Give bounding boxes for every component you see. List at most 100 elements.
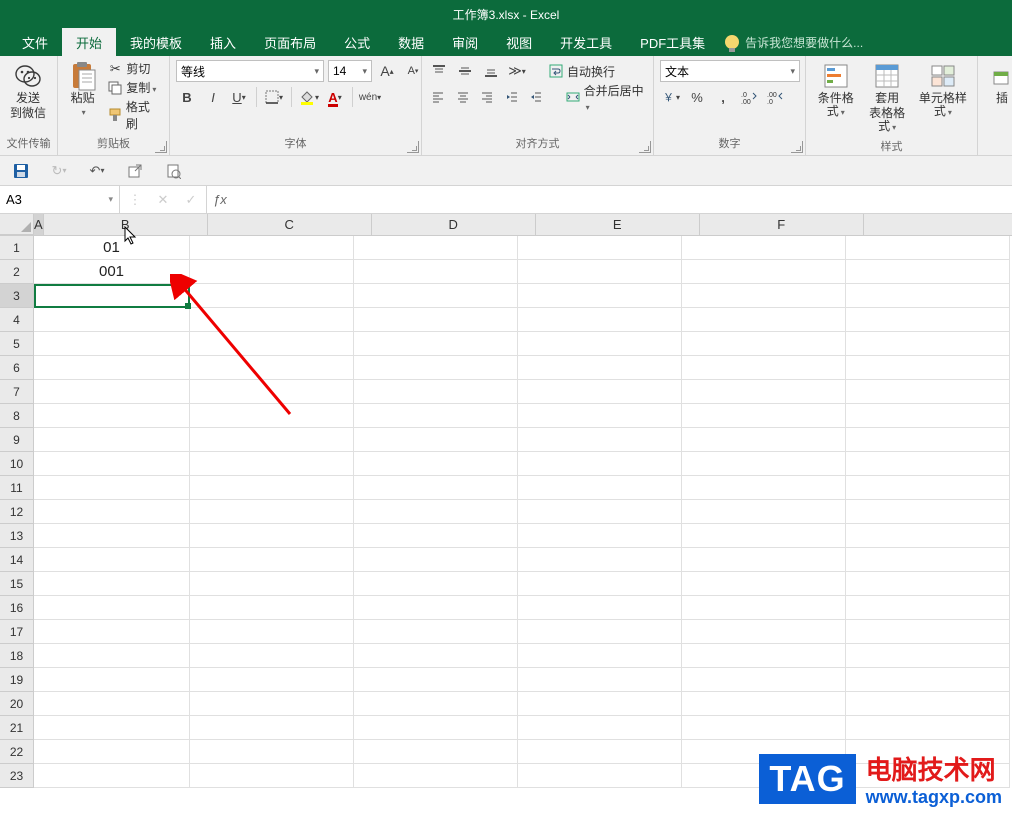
cell-E10[interactable] (682, 452, 846, 476)
cell-E12[interactable] (682, 500, 846, 524)
tab-审阅[interactable]: 审阅 (438, 28, 492, 56)
cell-E21[interactable] (682, 716, 846, 740)
copy-button[interactable]: 复制 (105, 79, 163, 96)
cell-C15[interactable] (354, 572, 518, 596)
cell-E13[interactable] (682, 524, 846, 548)
cell-F21[interactable] (846, 716, 1010, 740)
row-header-8[interactable]: 8 (0, 404, 34, 428)
cell-C17[interactable] (354, 620, 518, 644)
row-header-13[interactable]: 13 (0, 524, 34, 548)
cell-B1[interactable] (190, 236, 354, 260)
cell-F3[interactable] (846, 284, 1010, 308)
decrease-font-button[interactable]: A▾ (402, 60, 424, 82)
enter-icon[interactable]: ✓ (180, 189, 202, 211)
accounting-format-button[interactable]: ￥▾ (660, 86, 682, 108)
cell-A21[interactable] (34, 716, 190, 740)
cell-D14[interactable] (518, 548, 682, 572)
cell-E7[interactable] (682, 380, 846, 404)
font-color-button[interactable]: A▾ (324, 86, 346, 108)
cell-E14[interactable] (682, 548, 846, 572)
increase-font-button[interactable]: A▴ (376, 60, 398, 82)
cell-A9[interactable] (34, 428, 190, 452)
conditional-format-button[interactable]: 条件格式 (812, 60, 859, 121)
cell-F7[interactable] (846, 380, 1010, 404)
row-header-16[interactable]: 16 (0, 596, 34, 620)
orientation-button[interactable]: ≫▾ (506, 60, 528, 82)
cell-F13[interactable] (846, 524, 1010, 548)
cell-D8[interactable] (518, 404, 682, 428)
cell-E6[interactable] (682, 356, 846, 380)
tell-me-search[interactable]: 告诉我您想要做什么... (719, 28, 863, 56)
cell-A5[interactable] (34, 332, 190, 356)
cell-D10[interactable] (518, 452, 682, 476)
row-header-10[interactable]: 10 (0, 452, 34, 476)
cell-B22[interactable] (190, 740, 354, 764)
cell-F17[interactable] (846, 620, 1010, 644)
cell-B8[interactable] (190, 404, 354, 428)
cell-C13[interactable] (354, 524, 518, 548)
cell-B20[interactable] (190, 692, 354, 716)
border-button[interactable]: ▾ (263, 86, 285, 108)
cell-B2[interactable] (190, 260, 354, 284)
cell-B18[interactable] (190, 644, 354, 668)
wrap-text-button[interactable]: 自动换行 (546, 63, 617, 80)
cell-E5[interactable] (682, 332, 846, 356)
cell-F12[interactable] (846, 500, 1010, 524)
cell-A20[interactable] (34, 692, 190, 716)
row-header-23[interactable]: 23 (0, 764, 34, 788)
cell-D21[interactable] (518, 716, 682, 740)
format-as-table-button[interactable]: 套用 表格格式 (863, 60, 910, 136)
cell-C12[interactable] (354, 500, 518, 524)
cell-B9[interactable] (190, 428, 354, 452)
cell-A6[interactable] (34, 356, 190, 380)
spreadsheet-grid[interactable]: ABCDEF 101200134567891011121314151617181… (0, 214, 1012, 788)
cell-A2[interactable]: 001 (34, 260, 190, 284)
cell-C5[interactable] (354, 332, 518, 356)
decrease-decimal-button[interactable]: .00.0 (764, 86, 786, 108)
font-name-combo[interactable]: 等线 (176, 60, 324, 82)
cell-F6[interactable] (846, 356, 1010, 380)
cell-D18[interactable] (518, 644, 682, 668)
cell-E19[interactable] (682, 668, 846, 692)
save-button[interactable] (10, 160, 32, 182)
tab-数据[interactable]: 数据 (384, 28, 438, 56)
cell-A10[interactable] (34, 452, 190, 476)
cell-F20[interactable] (846, 692, 1010, 716)
align-left-button[interactable] (428, 86, 449, 108)
cell-A7[interactable] (34, 380, 190, 404)
tab-公式[interactable]: 公式 (330, 28, 384, 56)
cell-C16[interactable] (354, 596, 518, 620)
cell-B12[interactable] (190, 500, 354, 524)
cell-B5[interactable] (190, 332, 354, 356)
cell-D6[interactable] (518, 356, 682, 380)
cell-B11[interactable] (190, 476, 354, 500)
cell-A15[interactable] (34, 572, 190, 596)
cell-F11[interactable] (846, 476, 1010, 500)
cell-E18[interactable] (682, 644, 846, 668)
cell-B6[interactable] (190, 356, 354, 380)
insert-cells-button[interactable]: 插 (984, 60, 1012, 107)
bold-button[interactable]: B (176, 86, 198, 108)
col-header-B[interactable]: B (44, 214, 208, 235)
cell-E3[interactable] (682, 284, 846, 308)
cell-E20[interactable] (682, 692, 846, 716)
cell-C3[interactable] (354, 284, 518, 308)
fill-color-button[interactable]: ▾ (298, 86, 320, 108)
undo-button[interactable]: ↶▾ (86, 160, 108, 182)
cell-E2[interactable] (682, 260, 846, 284)
row-header-5[interactable]: 5 (0, 332, 34, 356)
cell-styles-button[interactable]: 单元格样式 (915, 60, 971, 121)
cell-D23[interactable] (518, 764, 682, 788)
cell-F2[interactable] (846, 260, 1010, 284)
cell-D7[interactable] (518, 380, 682, 404)
cell-F4[interactable] (846, 308, 1010, 332)
row-header-4[interactable]: 4 (0, 308, 34, 332)
cell-C14[interactable] (354, 548, 518, 572)
cell-A12[interactable] (34, 500, 190, 524)
cell-E17[interactable] (682, 620, 846, 644)
row-header-18[interactable]: 18 (0, 644, 34, 668)
row-header-6[interactable]: 6 (0, 356, 34, 380)
row-header-21[interactable]: 21 (0, 716, 34, 740)
cell-B21[interactable] (190, 716, 354, 740)
cell-D5[interactable] (518, 332, 682, 356)
